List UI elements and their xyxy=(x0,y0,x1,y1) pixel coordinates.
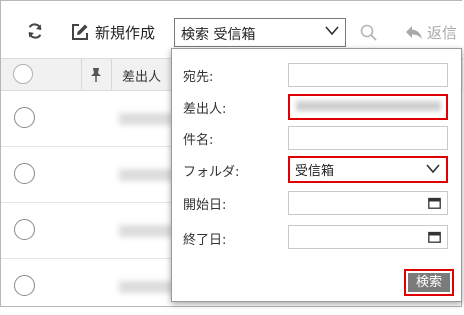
folder-select-value: 受信箱 xyxy=(295,164,335,179)
column-divider xyxy=(81,59,82,90)
folder-label: フォルダ: xyxy=(183,165,240,180)
refresh-icon[interactable] xyxy=(25,21,45,41)
new-message-button[interactable]: 新規作成 xyxy=(71,19,155,45)
advanced-search-popup: 宛先: 差出人: 件名: フォルダ: 受信箱 開始日: 終了日: 検索 xyxy=(171,48,462,302)
folder-select[interactable]: 受信箱 xyxy=(288,156,448,183)
end-date-input[interactable] xyxy=(288,225,448,249)
new-message-label: 新規作成 xyxy=(95,23,156,42)
search-button-highlight: 検索 xyxy=(404,269,454,296)
chevron-down-icon xyxy=(426,164,440,174)
row-checkbox[interactable] xyxy=(14,275,35,296)
blurred-sender xyxy=(119,113,175,125)
search-submit-button[interactable]: 検索 xyxy=(408,273,450,292)
reply-label: 返信 xyxy=(427,24,458,42)
search-icon[interactable] xyxy=(360,24,377,41)
search-folder-dropdown[interactable]: 検索 受信箱 xyxy=(174,18,346,47)
calendar-icon[interactable] xyxy=(428,231,441,243)
row-checkbox[interactable] xyxy=(14,219,35,240)
chevron-down-icon xyxy=(325,26,339,36)
blurred-sender xyxy=(119,225,175,237)
search-folder-value: 検索 受信箱 xyxy=(181,27,256,43)
recipient-label: 宛先: xyxy=(183,70,214,85)
reply-button[interactable]: 返信 xyxy=(405,22,457,43)
column-header-sender[interactable]: 差出人 xyxy=(122,66,161,85)
blurred-sender xyxy=(119,281,175,293)
select-all-checkbox[interactable] xyxy=(13,64,33,84)
blurred-sender-value xyxy=(296,101,441,111)
subject-input[interactable] xyxy=(288,126,448,150)
column-divider xyxy=(111,59,112,90)
sender-label: 差出人: xyxy=(183,102,227,117)
start-date-label: 開始日: xyxy=(183,198,227,213)
sender-input[interactable] xyxy=(288,94,448,120)
end-date-label: 終了日: xyxy=(183,233,227,248)
start-date-input[interactable] xyxy=(288,191,448,215)
reply-icon xyxy=(406,25,422,39)
compose-icon xyxy=(72,24,88,40)
recipient-input[interactable] xyxy=(288,63,448,87)
pin-icon[interactable] xyxy=(89,67,103,83)
calendar-icon[interactable] xyxy=(428,197,441,209)
row-checkbox[interactable] xyxy=(14,163,35,184)
subject-label: 件名: xyxy=(183,133,214,148)
row-checkbox[interactable] xyxy=(14,107,35,128)
blurred-sender xyxy=(119,169,175,181)
